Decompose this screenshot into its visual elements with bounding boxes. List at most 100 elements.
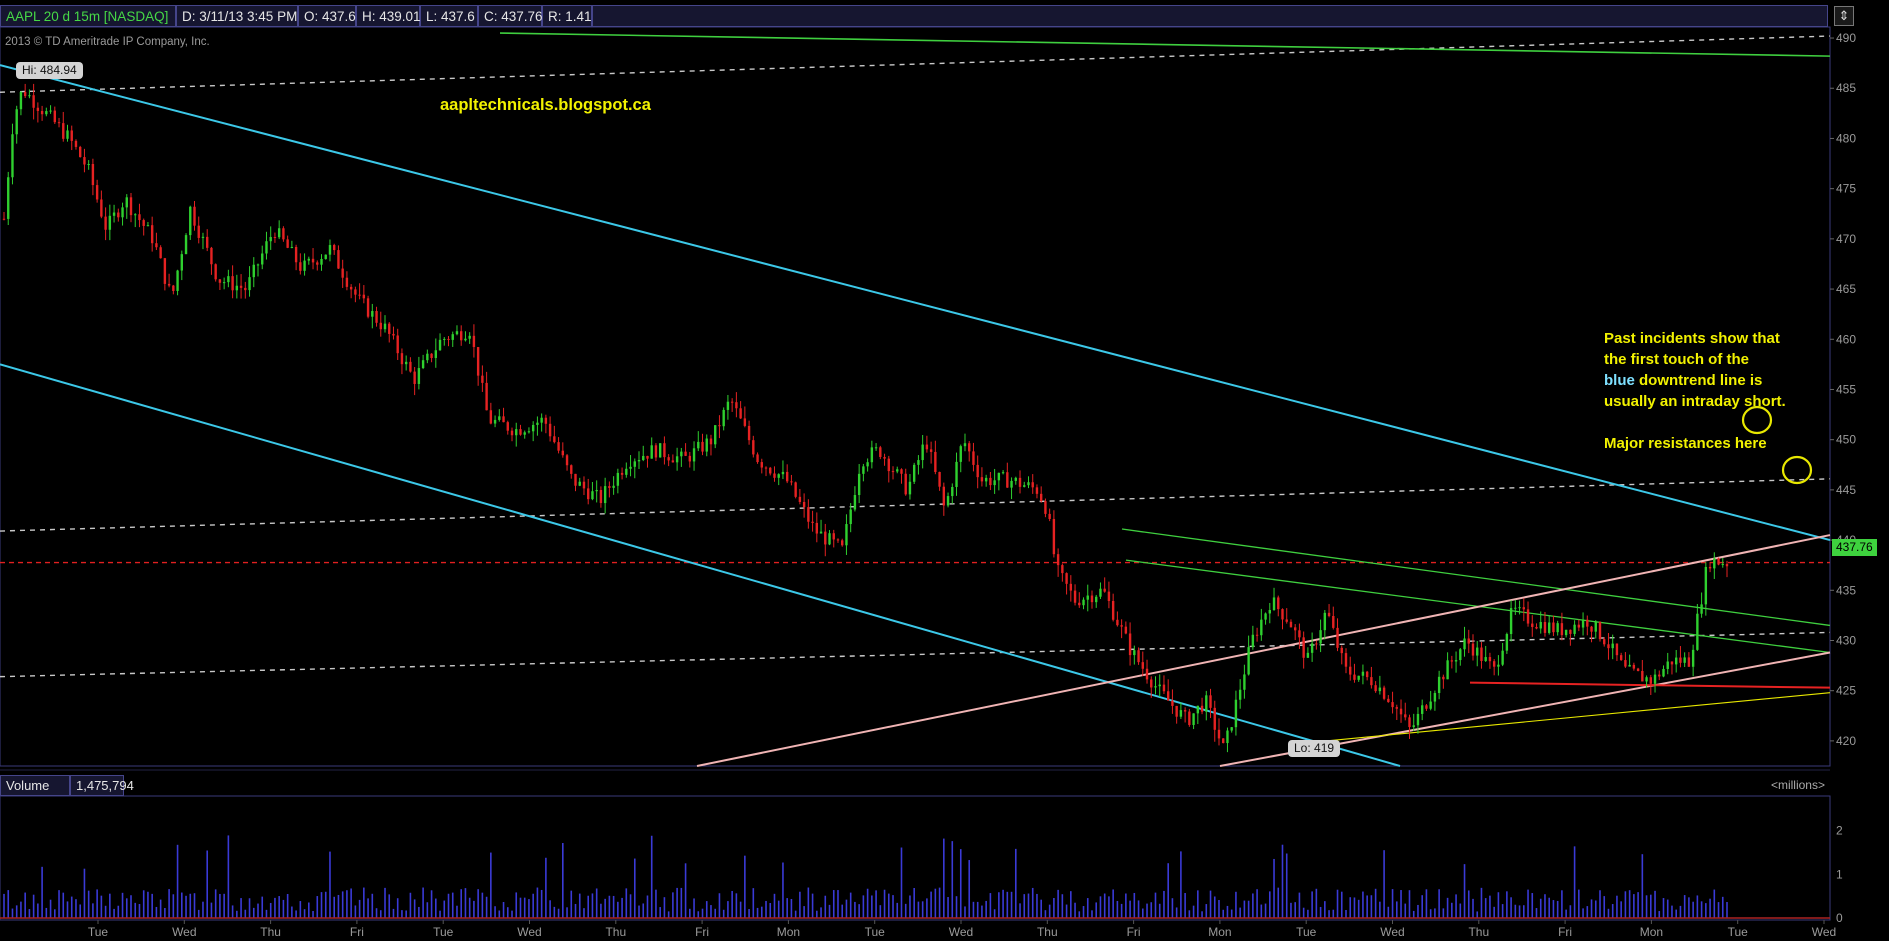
candle-body — [261, 253, 264, 265]
candle-body — [1196, 705, 1200, 714]
candle-body — [1713, 558, 1716, 569]
candle-body — [697, 441, 700, 449]
candle-body — [1535, 626, 1538, 629]
candle-body — [1539, 621, 1542, 629]
candle-body — [1442, 676, 1445, 680]
candle-body — [1420, 705, 1424, 714]
x-tick-label: Thu — [1037, 925, 1058, 939]
symbol-label[interactable]: AAPL 20 d 15m [NASDAQ] — [0, 5, 176, 27]
candle-body — [184, 235, 188, 255]
candle-body — [1192, 713, 1195, 725]
candle-body — [328, 245, 332, 255]
resistance-dash-445 — [0, 478, 1831, 532]
candle-body — [790, 481, 793, 483]
candle-body — [11, 134, 14, 178]
candle-body — [1010, 480, 1013, 488]
candle-body — [1302, 637, 1305, 658]
candle-body — [688, 455, 692, 462]
candle-body — [282, 228, 285, 240]
candle-body — [227, 276, 230, 283]
price-tick-label: 455 — [1836, 382, 1856, 396]
candle-body — [917, 460, 920, 465]
candle-body — [1408, 717, 1411, 728]
copyright: 2013 © TD Ameritrade IP Company, Inc. — [5, 36, 210, 48]
candle-body — [836, 539, 840, 541]
candle-body — [1641, 670, 1644, 682]
candle-body — [244, 287, 247, 291]
candle-body — [896, 469, 899, 472]
candle-body — [705, 438, 708, 452]
stock-chart[interactable]: 4204254304354404454504554604654704754804… — [0, 0, 1889, 941]
candle-body — [984, 477, 988, 482]
candle-body — [1645, 677, 1648, 682]
candle-body — [883, 456, 886, 459]
candle-body — [167, 283, 171, 286]
candle-body — [28, 95, 31, 97]
low-readout: L: 437.6 — [420, 5, 478, 27]
candle-body — [1061, 565, 1064, 574]
candle-body — [1361, 671, 1365, 676]
candle-body — [366, 298, 370, 317]
candle-body — [671, 460, 675, 463]
candle-body — [53, 110, 57, 123]
x-tick-label: Mon — [777, 925, 800, 939]
candle-body — [1281, 609, 1284, 620]
price-tick-label: 470 — [1836, 232, 1856, 246]
candle-body — [1679, 657, 1682, 663]
price-tick-label: 485 — [1836, 81, 1856, 95]
candle-body — [409, 361, 412, 372]
candle-body — [70, 130, 73, 141]
candle-body — [1467, 638, 1470, 644]
candle-body — [1251, 634, 1255, 648]
candle-body — [349, 286, 353, 290]
candle-body — [1446, 660, 1449, 680]
candle-body — [1073, 590, 1077, 603]
x-tick-label: Wed — [949, 925, 973, 939]
candle-body — [269, 237, 272, 242]
candle-body — [857, 473, 861, 496]
candle-body — [536, 422, 539, 425]
candle-body — [743, 418, 747, 426]
candle-body — [388, 323, 391, 334]
candle-body — [430, 353, 433, 358]
candle-body — [548, 423, 552, 437]
candle-body — [1391, 702, 1394, 708]
candle-body — [900, 469, 903, 474]
candle-body — [138, 214, 141, 221]
candle-body — [1145, 668, 1149, 680]
candle-body — [908, 481, 912, 495]
candle-body — [1226, 730, 1229, 744]
candle-body — [79, 146, 82, 158]
candle-body — [684, 451, 687, 456]
candle-body — [1188, 711, 1191, 725]
candle-body — [294, 246, 298, 263]
candle-body — [290, 246, 294, 248]
volume-value: 1,475,794 — [70, 775, 134, 796]
candle-body — [333, 245, 336, 251]
candle-body — [841, 540, 844, 546]
candle-body — [1255, 634, 1259, 636]
candle-body — [1103, 588, 1106, 592]
x-tick-label: Thu — [1468, 925, 1489, 939]
collapse-icon[interactable]: ⇕ — [1834, 6, 1854, 26]
x-tick-label: Fri — [1127, 925, 1141, 939]
candle-body — [739, 408, 742, 419]
candle-body — [1171, 700, 1174, 706]
candle-body — [354, 289, 357, 295]
candle-body — [777, 474, 780, 478]
candle-body — [1603, 639, 1606, 645]
candle-body — [379, 322, 382, 330]
candle-body — [714, 425, 717, 445]
candle-body — [146, 225, 150, 227]
candle-body — [218, 279, 222, 283]
candle-body — [1353, 674, 1356, 680]
candle-body — [811, 521, 814, 523]
candle-body — [23, 92, 27, 97]
pink-uptrend-upper — [696, 534, 1831, 767]
candle-body — [1124, 626, 1128, 634]
candle-body — [1327, 612, 1331, 616]
candle-body — [1387, 698, 1390, 703]
candle-body — [1268, 609, 1271, 614]
candle-body — [654, 445, 658, 458]
candle-body — [1412, 725, 1415, 728]
